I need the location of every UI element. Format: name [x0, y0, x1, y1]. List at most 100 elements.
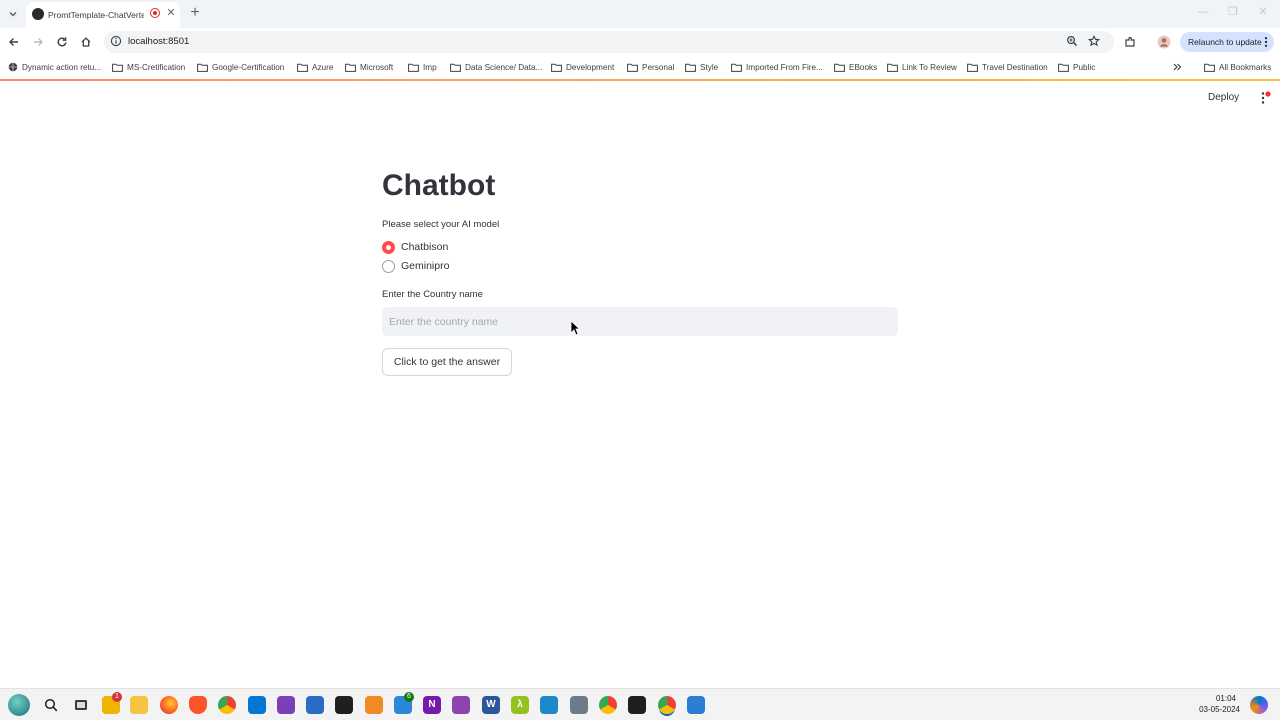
copilot-icon[interactable]: [1250, 696, 1268, 714]
country-input-label: Enter the Country name: [382, 289, 483, 300]
browser-toolbar: localhost:8501 Relaunch to update: [0, 28, 1280, 56]
bookmark-label: Azure: [312, 62, 334, 72]
tab-close-icon[interactable]: ✕: [165, 7, 177, 19]
radio-selected-icon: [382, 240, 395, 254]
notepad-icon[interactable]: [687, 696, 705, 714]
radio-option-chatbison[interactable]: Chatbison: [382, 239, 448, 255]
clock-date[interactable]: 03-05-2024: [1192, 705, 1240, 715]
folder-icon: [197, 63, 208, 72]
bookmark-folder[interactable]: Style: [685, 60, 718, 74]
folder-icon: [297, 63, 308, 72]
bookmark-item[interactable]: Dynamic action retu...: [8, 60, 101, 74]
radio-option-geminipro[interactable]: Geminipro: [382, 258, 449, 274]
chrome-profile-icon[interactable]: [599, 696, 617, 714]
bookmarks-bar: Dynamic action retu... MS-Cretification …: [0, 56, 1280, 78]
onenote-icon[interactable]: N: [423, 696, 441, 714]
vscode-icon[interactable]: [248, 696, 266, 714]
bookmark-folder[interactable]: Personal: [627, 60, 674, 74]
main-menu-icon[interactable]: [1258, 90, 1272, 106]
more-options-icon: [1264, 36, 1268, 48]
folder-icon: [551, 63, 562, 72]
new-tab-plus-icon[interactable]: +: [188, 5, 202, 21]
file-explorer-icon[interactable]: [130, 696, 148, 714]
firefox-icon[interactable]: [160, 696, 178, 714]
bookmark-folder[interactable]: Azure: [297, 60, 333, 74]
bookmark-folder[interactable]: Imp: [408, 60, 437, 74]
start-button[interactable]: [8, 694, 30, 716]
brave-browser-icon[interactable]: [189, 696, 207, 714]
more-bookmarks-chevron-icon[interactable]: [1172, 60, 1186, 74]
url-text: localhost:8501: [128, 36, 190, 47]
bookmark-label: Link To Review: [902, 62, 957, 72]
lambda-app-icon[interactable]: λ: [511, 696, 529, 714]
folder-icon: [834, 63, 845, 72]
word-icon[interactable]: W: [482, 696, 500, 714]
tab-search-chevron-icon[interactable]: [4, 5, 22, 23]
tab-strip: PromtTemplate-ChatVerte... ✕ + — ❐ ✕: [0, 0, 1280, 28]
close-window-icon[interactable]: ✕: [1256, 5, 1270, 19]
bookmark-folder[interactable]: Link To Review: [887, 60, 957, 74]
bookmark-folder[interactable]: Development: [551, 60, 614, 74]
search-icon[interactable]: [42, 696, 60, 714]
folder-icon: [887, 63, 898, 72]
folder-icon: [450, 63, 461, 72]
mouse-cursor-icon: [570, 320, 580, 336]
back-arrow-icon[interactable]: [6, 34, 22, 50]
bookmark-folder[interactable]: Microsoft: [345, 60, 393, 74]
address-bar[interactable]: localhost:8501: [104, 31, 1114, 53]
all-bookmarks-folder[interactable]: All Bookmarks: [1204, 60, 1271, 74]
bookmark-label: Development: [566, 62, 615, 72]
get-answer-button[interactable]: Click to get the answer: [382, 348, 512, 376]
folder-icon: [731, 63, 742, 72]
site-info-icon[interactable]: [110, 35, 124, 49]
profile-avatar[interactable]: [1156, 34, 1172, 50]
country-input[interactable]: [382, 307, 898, 336]
tab-title: PromtTemplate-ChatVerte...: [48, 10, 144, 20]
clock-time[interactable]: 01:04: [1212, 694, 1240, 704]
bookmark-label: Google-Certification: [212, 62, 285, 72]
bookmark-folder[interactable]: MS-Cretification: [112, 60, 185, 74]
browser-tab-active[interactable]: PromtTemplate-ChatVerte... ✕: [26, 2, 180, 28]
settings-icon[interactable]: [570, 696, 588, 714]
bookmark-folder[interactable]: Google-Certification: [197, 60, 284, 74]
folder-icon: [685, 63, 696, 72]
bookmark-folder[interactable]: Public: [1058, 60, 1095, 74]
extensions-icon[interactable]: [1122, 34, 1138, 50]
notification-badge: 1: [112, 692, 122, 702]
bookmark-label: Personal: [642, 62, 675, 72]
app-icon[interactable]: [452, 696, 470, 714]
bookmark-label: All Bookmarks: [1219, 62, 1272, 72]
folder-icon: [1058, 63, 1069, 72]
command-prompt-icon[interactable]: [628, 696, 646, 714]
visual-studio-icon[interactable]: [277, 696, 295, 714]
chrome-icon[interactable]: [218, 696, 236, 714]
chrome-active-icon[interactable]: [658, 696, 676, 714]
radio-option-label: Chatbison: [401, 241, 449, 253]
reload-icon[interactable]: [54, 34, 70, 50]
bookmark-label: Data Science/ Data...: [465, 62, 543, 72]
home-icon[interactable]: [78, 34, 94, 50]
deploy-button[interactable]: Deploy: [1208, 90, 1239, 106]
bookmark-label: MS-Cretification: [127, 62, 186, 72]
app-icon[interactable]: [365, 696, 383, 714]
bookmark-label: Microsoft: [360, 62, 394, 72]
bookmark-label: Public: [1073, 62, 1096, 72]
zoom-icon[interactable]: [1066, 35, 1080, 49]
app-icon[interactable]: [540, 696, 558, 714]
bookmark-folder[interactable]: Imported From Fire...: [731, 60, 823, 74]
bookmark-folder[interactable]: EBooks: [834, 60, 877, 74]
terminal-icon[interactable]: [335, 696, 353, 714]
task-view-icon[interactable]: [72, 696, 90, 714]
bookmark-label: Imp: [423, 62, 437, 72]
bookmark-folder[interactable]: Travel Destination: [967, 60, 1048, 74]
globe-icon: [8, 62, 18, 72]
relaunch-to-update-button[interactable]: Relaunch to update: [1180, 32, 1274, 52]
bookmark-folder[interactable]: Data Science/ Data...: [450, 60, 542, 74]
minimize-window-icon[interactable]: —: [1196, 5, 1210, 19]
forward-arrow-icon[interactable]: [30, 34, 46, 50]
powershell-icon[interactable]: [306, 696, 324, 714]
restore-window-icon[interactable]: ❐: [1226, 5, 1240, 19]
bookmark-star-icon[interactable]: [1088, 35, 1102, 49]
model-select-label: Please select your AI model: [382, 219, 500, 230]
folder-icon: [112, 63, 123, 72]
